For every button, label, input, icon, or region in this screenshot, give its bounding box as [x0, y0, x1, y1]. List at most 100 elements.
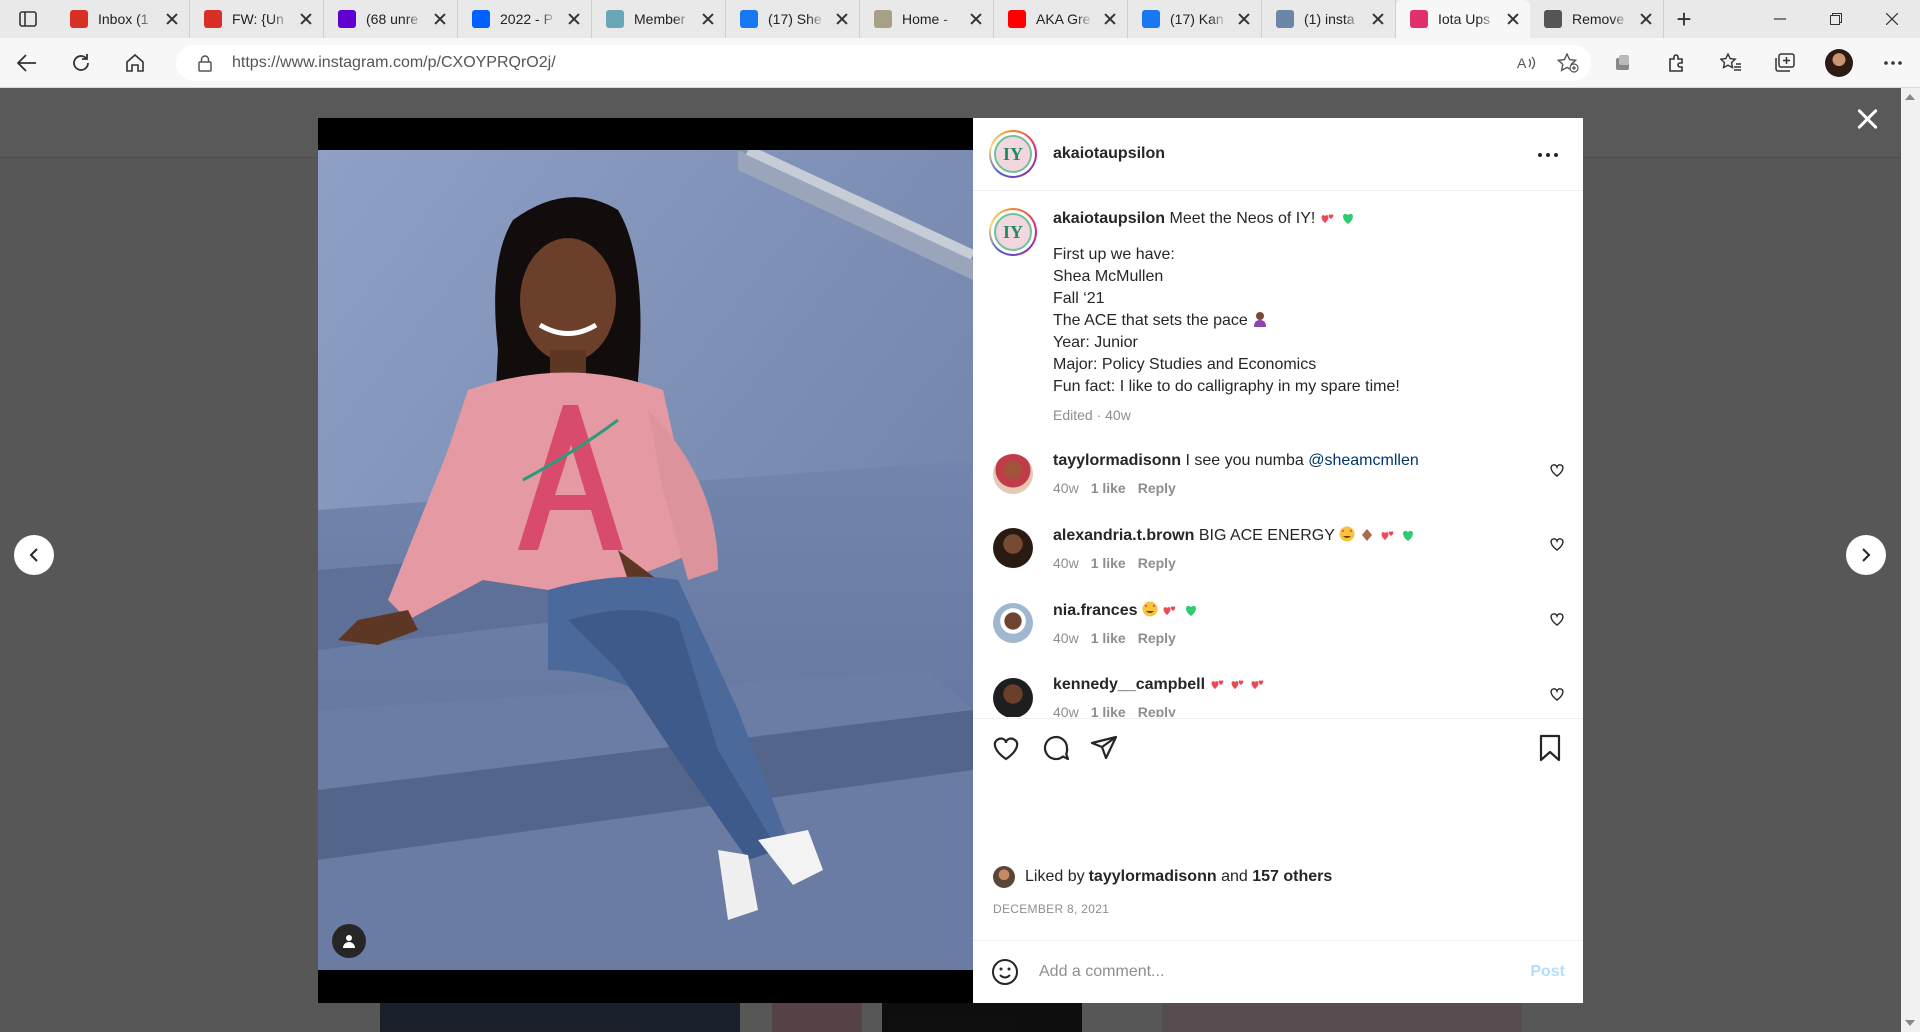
- previous-post-button[interactable]: [14, 535, 54, 575]
- minimize-button[interactable]: [1752, 0, 1808, 38]
- save-bookmark-icon[interactable]: [1535, 733, 1565, 763]
- comment-username[interactable]: kennedy__campbell: [1053, 676, 1205, 693]
- post-header: ΙΥ akaiotaupsilon: [973, 118, 1583, 191]
- close-window-button[interactable]: [1864, 0, 1920, 38]
- post-comment-button[interactable]: Post: [1530, 963, 1565, 981]
- comment-username[interactable]: nia.frances: [1053, 602, 1137, 619]
- comment-mention-link[interactable]: @sheamcmllen: [1308, 452, 1419, 469]
- liked-by-user[interactable]: tayylormadisonn: [1089, 868, 1217, 886]
- page-scrollbar[interactable]: [1901, 88, 1920, 1032]
- tab-close-icon[interactable]: [1371, 12, 1385, 26]
- scroll-down-arrow[interactable]: [1905, 1020, 1915, 1026]
- comment-reply-button[interactable]: Reply: [1138, 704, 1176, 717]
- refresh-button[interactable]: [54, 38, 108, 88]
- browser-tab[interactable]: AKA Gre: [994, 0, 1128, 38]
- post-modal: ΙΥ akaiotaupsilon ΙΥ akaiotaupsilon Meet…: [318, 118, 1583, 1003]
- browser-tab[interactable]: Inbox (1: [56, 0, 190, 38]
- tab-close-icon[interactable]: [701, 12, 715, 26]
- emoji-picker-icon[interactable]: [991, 958, 1019, 986]
- puzzle-icon: [1669, 54, 1683, 72]
- caption-line: First up we have:: [1053, 246, 1175, 263]
- tab-actions-button[interactable]: [0, 0, 56, 38]
- comment-text: I see you numba: [1185, 452, 1309, 469]
- commenter-avatar[interactable]: [993, 528, 1033, 568]
- browser-tab[interactable]: (68 unre: [324, 0, 458, 38]
- comment-age: 40w: [1053, 630, 1079, 646]
- tab-close-icon[interactable]: [1237, 12, 1251, 26]
- liked-by-others[interactable]: 157 others: [1252, 868, 1332, 886]
- commenter-avatar[interactable]: [993, 603, 1033, 643]
- url-text[interactable]: https://www.instagram.com/p/CXOYPRQrO2j/: [232, 54, 556, 72]
- tab-title: Inbox (1: [98, 11, 149, 27]
- scroll-up-arrow[interactable]: [1905, 94, 1915, 100]
- tagged-users-button[interactable]: [332, 924, 366, 958]
- comment-input[interactable]: [1039, 963, 1499, 981]
- caption-username[interactable]: akaiotaupsilon: [1053, 210, 1165, 227]
- comment-reply-button[interactable]: Reply: [1138, 630, 1176, 646]
- post-photo[interactable]: [318, 150, 973, 970]
- comment-likes[interactable]: 1 like: [1091, 630, 1126, 646]
- comment-reply-button[interactable]: Reply: [1138, 480, 1176, 496]
- tab-close-icon[interactable]: [1506, 12, 1520, 26]
- address-bar[interactable]: https://www.instagram.com/p/CXOYPRQrO2j/…: [176, 45, 1591, 81]
- account-avatar[interactable]: ΙΥ: [989, 130, 1037, 178]
- caption-avatar[interactable]: ΙΥ: [989, 208, 1037, 256]
- caption-edited-meta: Edited · 40w: [1053, 407, 1131, 423]
- next-post-button[interactable]: [1846, 535, 1886, 575]
- back-button[interactable]: [0, 38, 54, 88]
- favorites-button[interactable]: [1704, 38, 1758, 88]
- tab-close-icon[interactable]: [1103, 12, 1117, 26]
- header-username[interactable]: akaiotaupsilon: [1053, 145, 1165, 163]
- tab-close-icon[interactable]: [433, 12, 447, 26]
- browser-tab[interactable]: FW: {Un: [190, 0, 324, 38]
- post-media[interactable]: [318, 118, 973, 1003]
- profile-button[interactable]: [1812, 38, 1866, 88]
- share-paper-plane-icon[interactable]: [1089, 733, 1119, 763]
- new-tab-button[interactable]: +: [1664, 0, 1704, 38]
- like-comment-heart-icon[interactable]: [1549, 462, 1565, 478]
- like-comment-heart-icon[interactable]: [1549, 536, 1565, 552]
- comment-item: alexandria.t.brown BIG ACE ENERGY 40w 1 l…: [973, 526, 1583, 571]
- browser-tab[interactable]: 2022 - P: [458, 0, 592, 38]
- comment-likes[interactable]: 1 like: [1091, 704, 1126, 717]
- browser-tab[interactable]: (17) Kan: [1128, 0, 1262, 38]
- like-comment-heart-icon[interactable]: [1549, 686, 1565, 702]
- comment-bubble-icon[interactable]: [1041, 733, 1071, 763]
- browser-tab[interactable]: Home -: [860, 0, 994, 38]
- browser-tab[interactable]: Remove: [1530, 0, 1664, 38]
- comment-likes[interactable]: 1 like: [1091, 555, 1126, 571]
- settings-more-button[interactable]: [1866, 38, 1920, 88]
- comment-likes[interactable]: 1 like: [1091, 480, 1126, 496]
- browser-tab[interactable]: Member: [592, 0, 726, 38]
- comments-list[interactable]: ΙΥ akaiotaupsilon Meet the Neos of IY! F…: [973, 192, 1583, 717]
- extension-button[interactable]: [1596, 38, 1650, 88]
- tab-close-icon[interactable]: [835, 12, 849, 26]
- liker-avatar[interactable]: [993, 866, 1015, 888]
- facebook-icon: [740, 10, 758, 28]
- extensions-button[interactable]: [1650, 38, 1704, 88]
- commenter-avatar[interactable]: [993, 454, 1033, 494]
- tab-close-icon[interactable]: [299, 12, 313, 26]
- read-aloud-icon[interactable]: A: [1517, 54, 1537, 72]
- comment-reply-button[interactable]: Reply: [1138, 555, 1176, 571]
- comment-username[interactable]: alexandria.t.brown: [1053, 527, 1194, 544]
- tab-close-icon[interactable]: [165, 12, 179, 26]
- collections-button[interactable]: [1758, 38, 1812, 88]
- post-options-button[interactable]: [1533, 140, 1563, 170]
- browser-tab[interactable]: (17) She: [726, 0, 860, 38]
- restore-button[interactable]: [1808, 0, 1864, 38]
- browser-tab[interactable]: (1) insta: [1262, 0, 1396, 38]
- like-heart-icon[interactable]: [991, 733, 1021, 763]
- tab-close-icon[interactable]: [969, 12, 983, 26]
- close-post-button[interactable]: [1854, 106, 1880, 132]
- tab-close-icon[interactable]: [1639, 12, 1653, 26]
- comment-username[interactable]: tayylormadisonn: [1053, 452, 1181, 469]
- home-button[interactable]: [108, 38, 162, 88]
- commenter-avatar[interactable]: [993, 678, 1033, 717]
- browser-tab[interactable]: Iota Ups: [1396, 0, 1530, 38]
- like-comment-heart-icon[interactable]: [1549, 611, 1565, 627]
- comment-meta: 40w 1 like Reply: [1053, 555, 1416, 571]
- tab-close-icon[interactable]: [567, 12, 581, 26]
- add-favorite-star-icon[interactable]: [1557, 53, 1579, 73]
- post-date[interactable]: DECEMBER 8, 2021: [993, 902, 1109, 916]
